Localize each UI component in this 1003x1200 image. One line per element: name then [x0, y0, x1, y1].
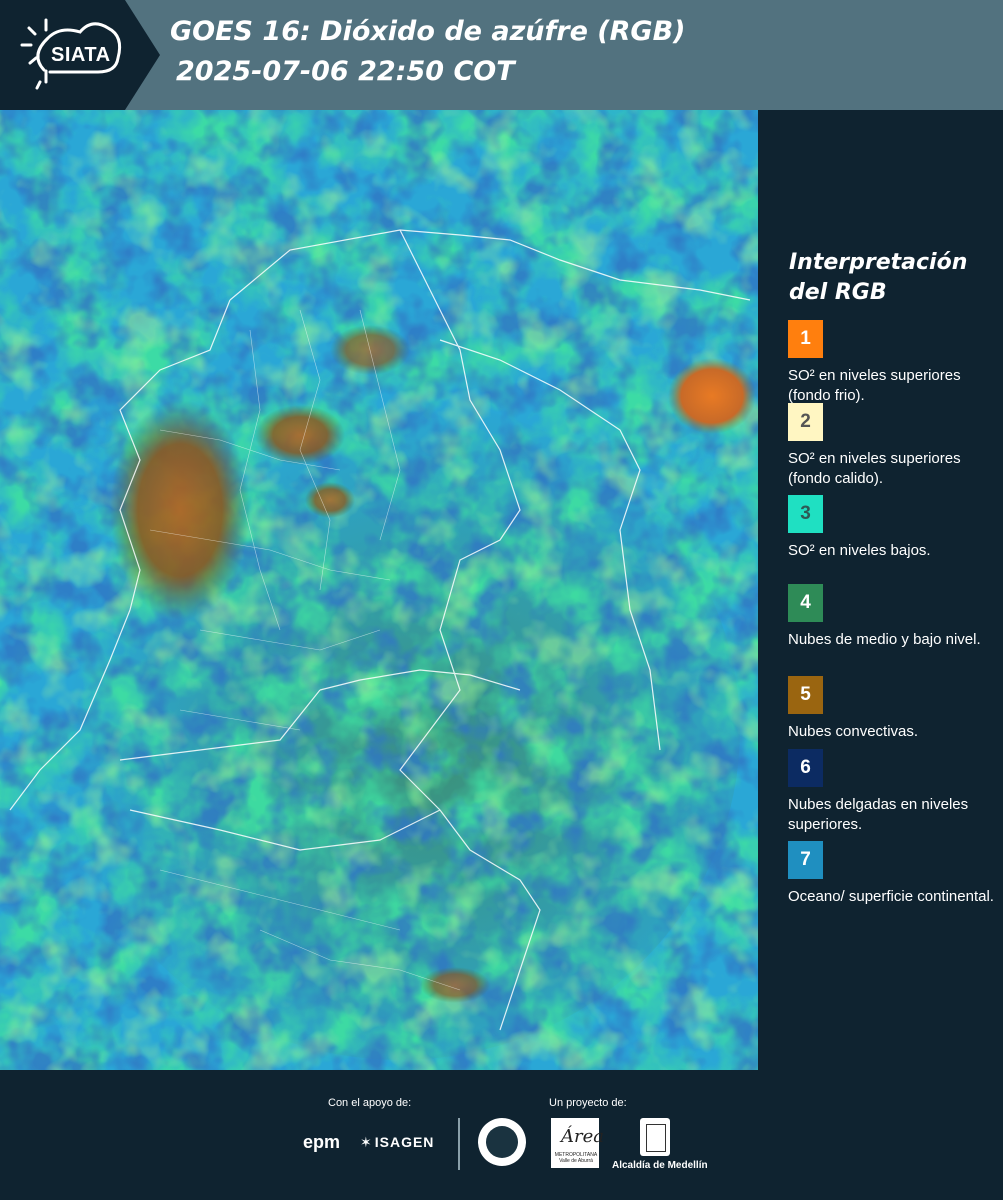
epm-logo: epm	[303, 1132, 341, 1152]
footer-divider	[458, 1118, 460, 1170]
legend-item: 7 Oceano/ superficie continental.	[788, 841, 998, 927]
so2-cloud	[668, 358, 756, 434]
legend-item: 4 Nubes de medio y bajo nivel.	[788, 584, 998, 670]
alcaldia-label: Alcaldía de Medellín	[612, 1160, 708, 1171]
footer: Con el apoyo de: Un proyecto de: epm ✶ IS…	[0, 1070, 1003, 1200]
convective-cloud	[110, 400, 250, 620]
alcaldia-crest-icon	[640, 1118, 670, 1156]
legend-label: Oceano/ superficie continental.	[788, 888, 994, 905]
legend-item: 1 SO² en niveles superiores (fondo frio).	[788, 320, 998, 406]
legend-swatch: 3	[788, 495, 823, 533]
page-title: GOES 16: Dióxido de azúfre (RGB)	[170, 16, 686, 47]
legend-panel: Interpretación del RGB 1 SO² en niveles s…	[762, 110, 1003, 1070]
siata-logo-text: SIATA	[51, 44, 111, 66]
legend-swatch: 5	[788, 676, 823, 714]
area-logo-subtitle: METROPOLITANA Valle de Aburrá	[554, 1152, 598, 1164]
legend-label: Nubes delgadas en niveles superiores.	[788, 796, 969, 833]
satellite-map	[0, 110, 758, 1070]
legend-label: SO² en niveles bajos.	[788, 542, 931, 559]
legend-swatch: 1	[788, 320, 823, 358]
satellite-imagery	[0, 110, 758, 1070]
legend-swatch: 4	[788, 584, 823, 622]
isagen-mark-icon: ✶	[360, 1134, 373, 1150]
isagen-logo: ✶ ISAGEN	[360, 1134, 434, 1151]
convective-cloud	[420, 967, 490, 1003]
legend-item: 3 SO² en niveles bajos.	[788, 495, 998, 581]
convective-cloud	[305, 482, 355, 518]
medellin-seal-logo	[478, 1118, 526, 1166]
header-bar: SIATA GOES 16: Dióxido de azúfre (RGB) 2…	[0, 0, 1003, 110]
legend-label: Nubes de medio y bajo nivel.	[788, 631, 981, 648]
area-logo-script: Área	[561, 1126, 604, 1147]
legend-item: 6 Nubes delgadas en niveles superiores.	[788, 749, 998, 835]
isagen-text: ISAGEN	[374, 1134, 435, 1150]
legend-item: 2 SO² en niveles superiores (fondo calido…	[788, 403, 998, 489]
timestamp: 2025-07-06 22:50 COT	[176, 56, 515, 87]
legend-swatch: 6	[788, 749, 823, 787]
project-label: Un proyecto de:	[549, 1097, 627, 1109]
legend-label: SO² en niveles superiores (fondo calido)…	[788, 450, 961, 487]
legend-label: SO² en niveles superiores (fondo frio).	[788, 367, 961, 404]
area-metropolitana-logo: Área METROPOLITANA Valle de Aburrá	[551, 1118, 604, 1168]
legend-swatch: 2	[788, 403, 823, 441]
support-label: Con el apoyo de:	[328, 1097, 412, 1109]
legend-title: Interpretación del RGB	[789, 250, 968, 305]
legend-swatch: 7	[788, 841, 823, 879]
